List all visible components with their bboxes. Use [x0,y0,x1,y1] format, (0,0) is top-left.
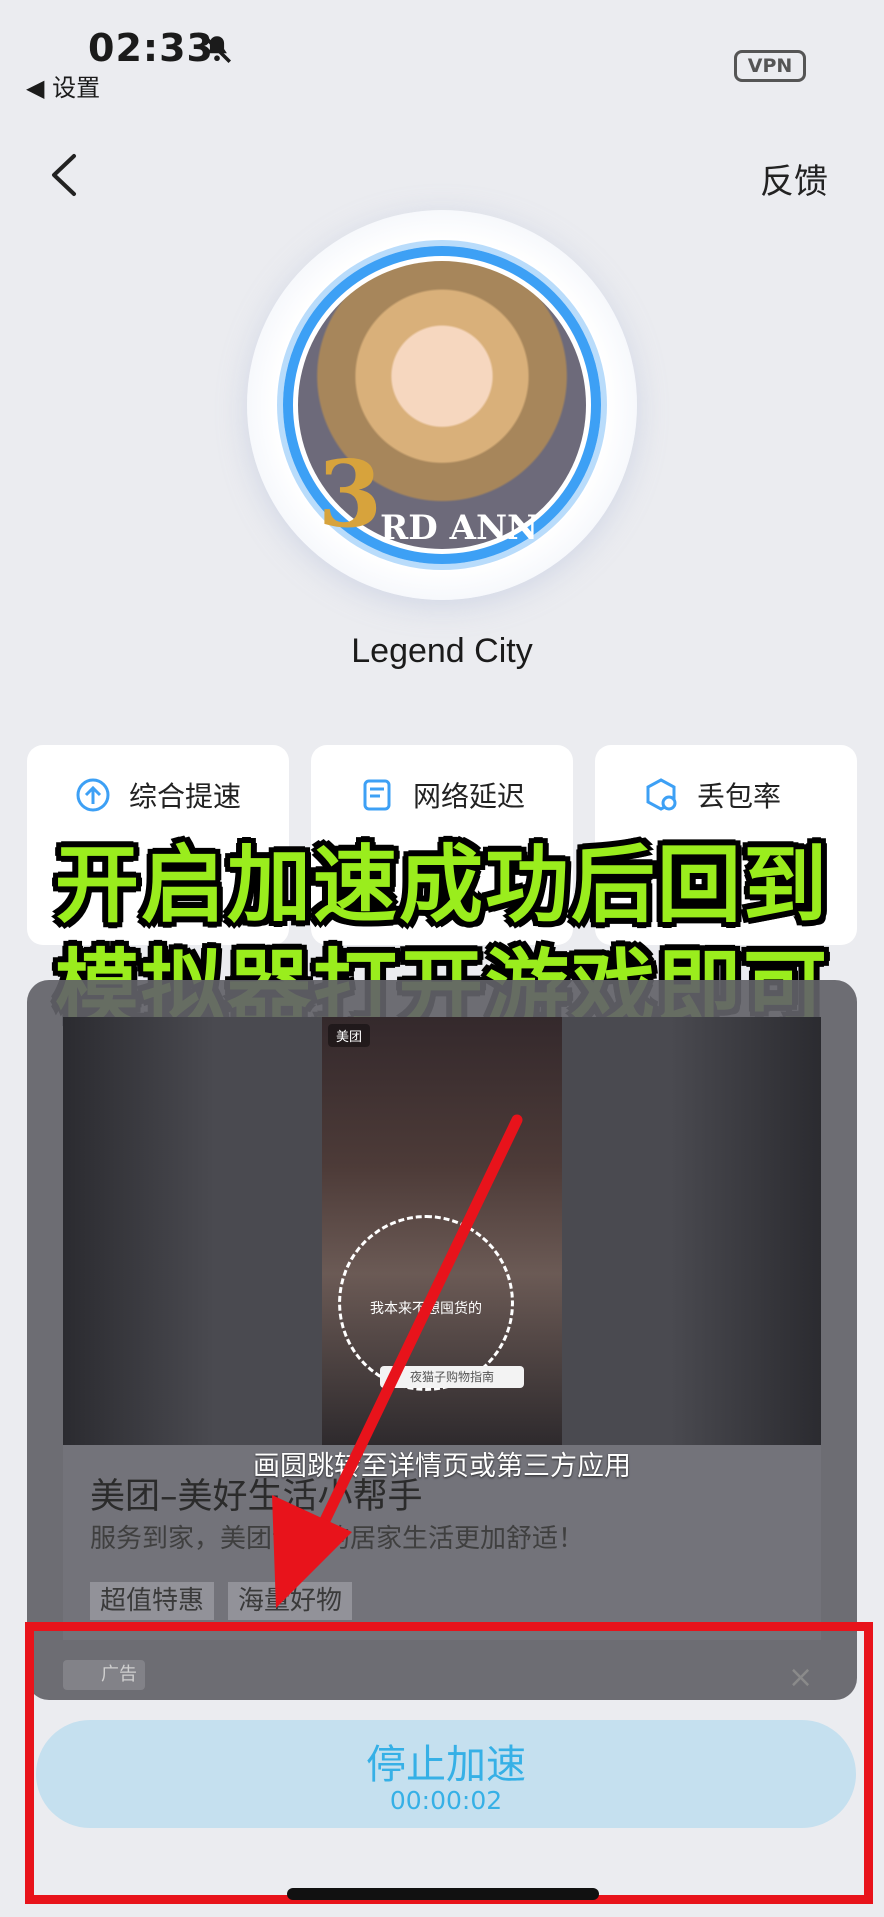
speed-up-icon [76,778,110,812]
annotation-highlight-box [25,1622,873,1904]
back-arrow-icon[interactable] [44,150,84,200]
back-to-settings-link[interactable]: ◀ 设置 [26,68,100,103]
latency-icon [363,779,391,811]
ad-tag: 海量好物 [228,1582,353,1620]
ad-video-text: 我本来不想囤货的 [370,1301,482,1317]
packet-loss-icon [646,778,677,811]
avatar-anniversary-number: 3 [318,440,383,548]
stat-label: 丢包率 [697,780,782,813]
tutorial-caption-line1: 开启加速成功后回到 [54,836,829,934]
stat-label: 综合提速 [129,780,242,813]
stat-label: 网络延迟 [413,780,526,813]
ad-jump-hint: 画圆跳转至详情页或第三方应用 [253,1451,631,1482]
status-time: 02:33 [88,26,214,70]
ad-tag: 超值特惠 [90,1582,215,1620]
vpn-badge: VPN [734,50,806,82]
bell-muted-icon [202,34,232,64]
feedback-button[interactable]: 反馈 [760,154,828,203]
ad-search-bar: 夜猫子购物指南 [380,1366,524,1388]
ad-description: 服务到家，美团让你的居家生活更加舒适！ [90,1524,585,1554]
avatar-anniversary-text: RD ANN [380,508,539,548]
game-name: Legend City [351,632,533,670]
home-indicator [287,1888,599,1900]
ad-brand-chip: 美团 [328,1024,371,1047]
